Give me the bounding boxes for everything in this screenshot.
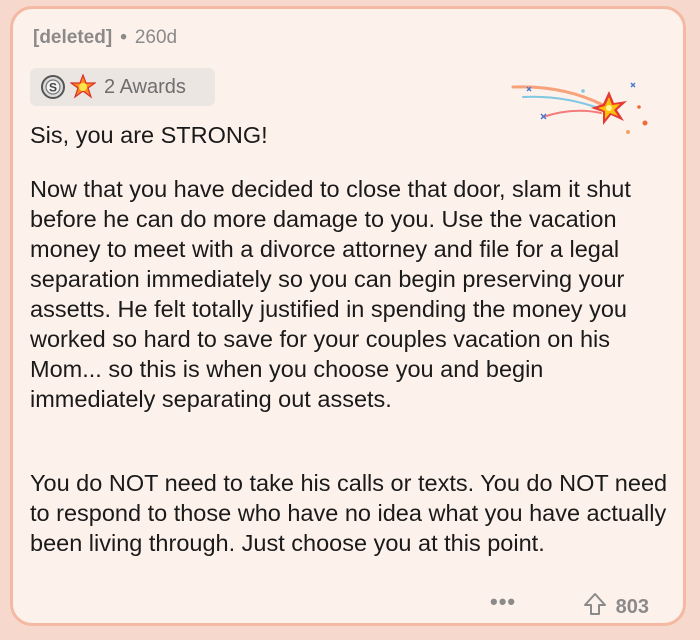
comment-paragraph: Now that you have decided to close that … (30, 176, 631, 412)
meta-separator: • (120, 27, 127, 48)
author-name[interactable]: [deleted] (33, 27, 112, 49)
silver-coin-icon: S (40, 74, 66, 100)
comment-age: 260d (134, 27, 178, 48)
comment-header: [deleted] • 260d (33, 27, 177, 49)
comment-paragraph: You do NOT need to take his calls or tex… (30, 470, 668, 556)
more-options-button[interactable]: ••• (490, 589, 516, 615)
awards-count: 2 Awards (104, 75, 186, 98)
svg-text:S: S (49, 81, 57, 95)
upvote-arrow-icon[interactable] (582, 591, 608, 623)
awards-badge[interactable]: S 2 Awards (30, 68, 215, 106)
vote-score: 803 (615, 595, 649, 618)
comment-paragraph: Sis, you are STRONG! (30, 122, 268, 148)
vote-bar: 803 (582, 591, 649, 623)
comment-card: [deleted] • 260d S 2 Awards Sis, you are… (10, 6, 686, 626)
starburst-award-icon (70, 74, 96, 100)
